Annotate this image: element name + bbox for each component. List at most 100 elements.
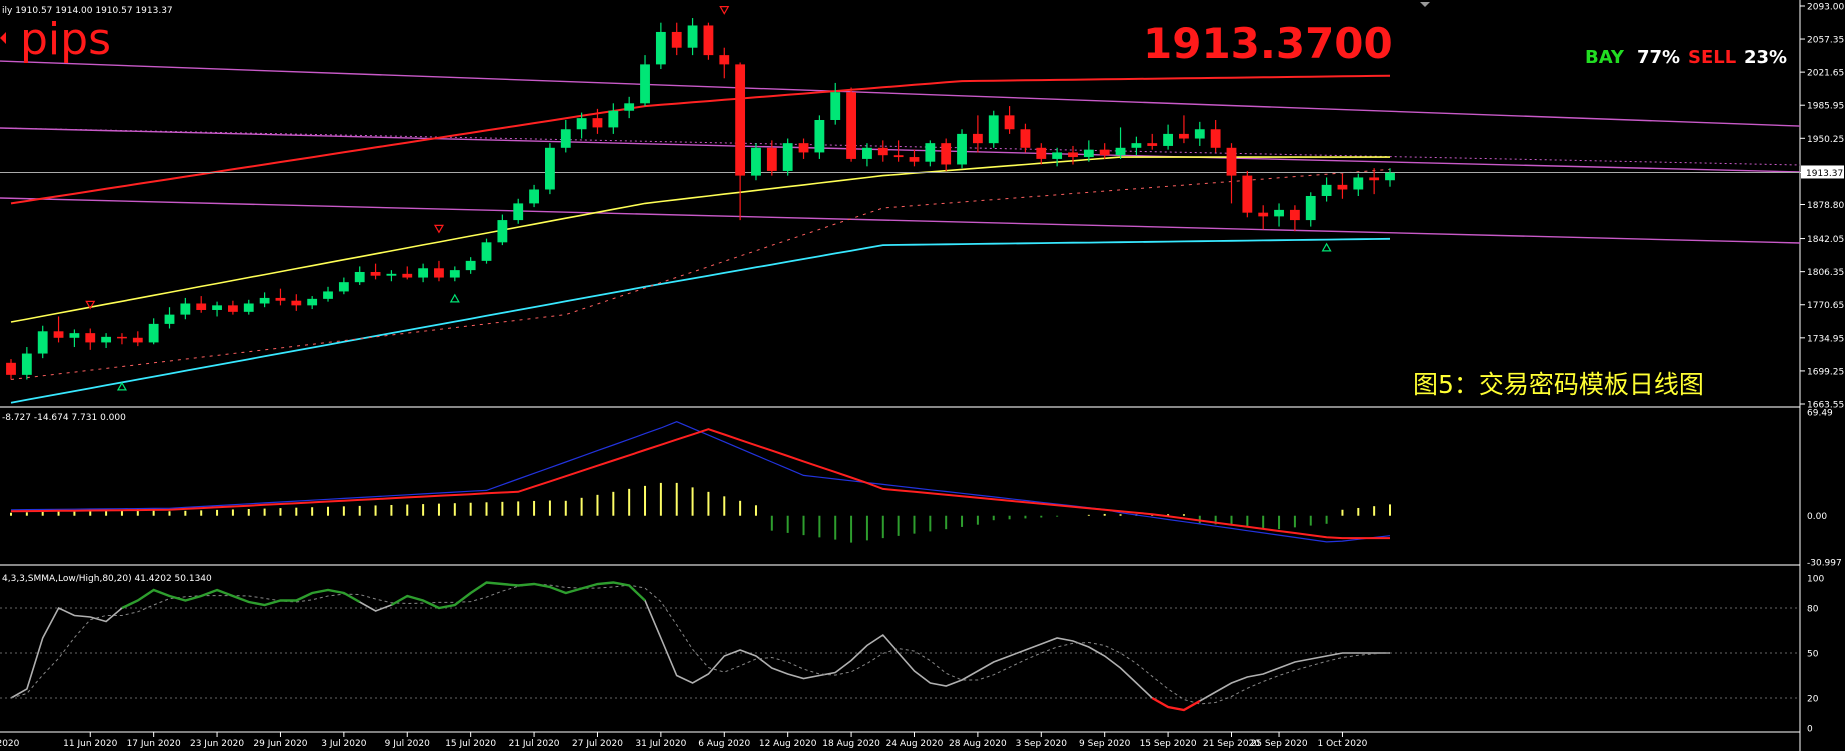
- candle-body: [893, 155, 904, 158]
- candle-body: [1068, 152, 1078, 158]
- candle-body: [925, 143, 936, 162]
- x-tick-label: 29 Jun 2020: [253, 739, 307, 749]
- candle-body: [275, 297, 286, 301]
- candle-body: [640, 64, 650, 104]
- y-tick-label: 1734.95: [1807, 334, 1844, 344]
- candle-body: [370, 271, 381, 276]
- candle-body: [608, 110, 619, 128]
- y-tick-label: 1842.05: [1807, 235, 1844, 245]
- y-tick-label: 1770.65: [1807, 301, 1844, 311]
- candle-body: [465, 260, 476, 271]
- y-tick-label: 2093.00: [1807, 3, 1844, 13]
- stoch-y-tick-label: 100: [1807, 575, 1824, 585]
- candle-body: [323, 291, 333, 299]
- stoch-panel-label: 4,3,3,SMMA,Low/High,80,20) 41.4202 50.13…: [2, 574, 212, 584]
- candle-body: [53, 331, 64, 338]
- candle-body: [307, 298, 318, 306]
- y-tick-label: 1950.25: [1807, 135, 1844, 145]
- x-tick-label: 23 Jun 2020: [190, 739, 244, 749]
- candle-body: [1289, 209, 1300, 221]
- x-tick-label: 12 Aug 2020: [759, 739, 817, 749]
- candle-body: [1258, 212, 1269, 217]
- candle-body: [1020, 129, 1031, 148]
- candle-body: [798, 143, 809, 153]
- candle-body: [196, 303, 207, 310]
- candle-body: [148, 323, 159, 343]
- candle-body: [1305, 195, 1316, 221]
- chart-caption: 图5：交易密码模板日线图: [1413, 370, 1704, 399]
- stoch-y-tick-label: 80: [1807, 605, 1819, 615]
- x-tick-label: 15 Sep 2020: [1140, 739, 1197, 749]
- candle-body: [259, 297, 270, 304]
- sentiment-sell-label: SELL: [1688, 47, 1736, 68]
- candle-body: [497, 220, 508, 243]
- price-box-value: 1913.3700: [1143, 19, 1393, 68]
- x-tick-label: 1 Oct 2020: [1317, 739, 1367, 749]
- candle-body: [180, 303, 191, 315]
- candle-body: [830, 92, 841, 120]
- candle-body: [1194, 129, 1205, 139]
- y-tick-label: 1913.37: [1806, 169, 1843, 179]
- candle-body: [1083, 149, 1094, 158]
- y-tick-label: 2021.65: [1807, 69, 1844, 79]
- candle-body: [592, 118, 603, 128]
- x-tick-label: 6 Aug 2020: [698, 739, 750, 749]
- candle-body: [560, 129, 571, 148]
- macd-y-tick-label: 0.00: [1807, 512, 1827, 522]
- x-tick-label: 25 Sep 2020: [1251, 739, 1308, 749]
- candle-body: [1242, 175, 1253, 213]
- candle-body: [101, 336, 112, 343]
- stoch-y-tick-label: 20: [1807, 695, 1819, 705]
- candle-body: [529, 189, 539, 204]
- candle-body: [6, 362, 16, 375]
- candle-body: [1369, 177, 1380, 181]
- candle-body: [576, 118, 587, 130]
- x-tick-label: 28 Aug 2020: [949, 739, 1007, 749]
- stoch-y-tick-label: 0: [1807, 725, 1813, 735]
- candle-body: [227, 305, 238, 312]
- candle-body: [941, 143, 952, 165]
- candle-body: [1226, 147, 1237, 176]
- candle-body: [434, 268, 444, 278]
- candle-body: [1210, 129, 1221, 148]
- x-tick-label: 15 Jul 2020: [445, 739, 496, 749]
- pips-label: pips: [20, 14, 111, 65]
- candle-body: [402, 273, 413, 278]
- candle-body: [449, 270, 460, 278]
- macd-y-tick-label: 69.49: [1807, 409, 1833, 419]
- candle-body: [354, 271, 365, 283]
- candle-body: [1099, 149, 1110, 156]
- candle-body: [1131, 143, 1142, 148]
- candle-body: [751, 147, 761, 176]
- sentiment-bay-label: BAY: [1585, 47, 1625, 68]
- candle-body: [1115, 147, 1126, 156]
- candle-body: [513, 203, 524, 221]
- candle-body: [687, 25, 698, 48]
- x-tick-label: 18 Aug 2020: [822, 739, 880, 749]
- candle-body: [243, 303, 254, 312]
- candle-body: [21, 353, 32, 375]
- candle-body: [545, 147, 555, 190]
- candle-body: [85, 333, 96, 343]
- x-tick-label: 11 Jun 2020: [63, 739, 117, 749]
- sentiment-bay-value: 77%: [1637, 47, 1680, 68]
- candle-body: [69, 333, 80, 338]
- x-tick-label: 27 Jul 2020: [572, 739, 623, 749]
- candle-body: [671, 31, 682, 48]
- x-tick-label: 9 Sep 2020: [1079, 739, 1131, 749]
- stoch-y-tick-label: 50: [1807, 650, 1819, 660]
- candle-body: [1353, 177, 1364, 190]
- x-tick-label: 24 Aug 2020: [886, 739, 944, 749]
- y-tick-label: 1878.80: [1807, 201, 1844, 211]
- candle-body: [703, 25, 714, 56]
- candle-body: [877, 147, 888, 156]
- x-tick-label: 17 Jun 2020: [127, 739, 181, 749]
- candle-body: [624, 103, 635, 111]
- candle-body: [291, 300, 302, 306]
- candle-body: [655, 31, 666, 65]
- macd-y-tick-label: -30.997: [1807, 559, 1842, 569]
- candle-body: [862, 147, 872, 159]
- x-tick-label: 5 Jun 2020: [0, 739, 20, 749]
- candle-body: [1179, 133, 1189, 139]
- x-tick-label: 9 Jul 2020: [385, 739, 430, 749]
